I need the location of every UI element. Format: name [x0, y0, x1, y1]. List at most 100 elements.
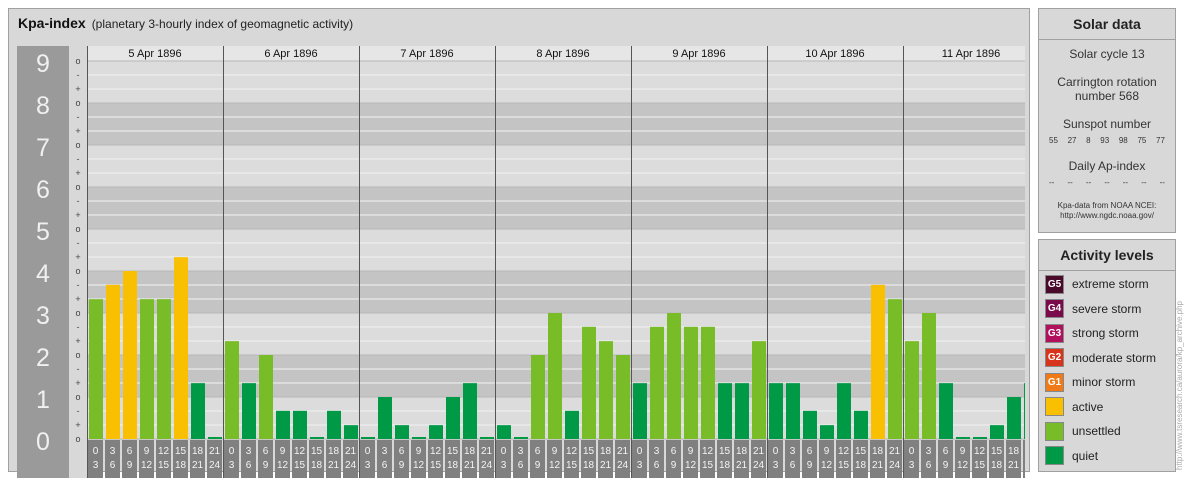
y-fine-tick-o: o: [75, 308, 80, 318]
activity-level-label: strong storm: [1072, 326, 1139, 340]
source-line1: Kpa-data from NOAA NCEI:: [1057, 201, 1157, 210]
activity-level-item: G3 strong storm: [1045, 323, 1139, 343]
interval-start-label: 0: [93, 446, 99, 457]
interval-start-label: 6: [671, 446, 677, 457]
interval-end-label: 21: [1008, 460, 1020, 471]
y-tick-label: 5: [36, 218, 50, 246]
interval-end-label: 6: [518, 460, 524, 471]
interval-end-label: 21: [600, 460, 612, 471]
y-tick-label: 8: [36, 92, 50, 120]
interval-end-label: 12: [277, 460, 289, 471]
kp-bar: [548, 313, 562, 439]
interval-end-label: 12: [685, 460, 697, 471]
interval-start-label: 3: [790, 446, 796, 457]
y-fine-tick-o: o: [75, 98, 80, 108]
interval-start-label: 6: [943, 446, 949, 457]
ap-index-value: --: [1141, 178, 1147, 187]
interval-start-label: 18: [736, 446, 748, 457]
interval-end-label: 24: [345, 460, 357, 471]
interval-start-label: 12: [294, 446, 306, 457]
interval-start-label: 3: [382, 446, 388, 457]
kp-bar: [871, 284, 885, 439]
interval-start-label: 15: [311, 446, 323, 457]
interval-start-label: 9: [552, 446, 558, 457]
day-label: 5 Apr 1896: [128, 48, 181, 60]
interval-end-label: 18: [447, 460, 459, 471]
interval-end-label: 21: [328, 460, 340, 471]
interval-start-label: 9: [688, 446, 694, 457]
y-tick-label: 4: [36, 260, 50, 288]
interval-start-label: 15: [719, 446, 731, 457]
watermark-url: http://www.tsresearch.ca/aurora/kp_archi…: [1175, 301, 1184, 470]
interval-end-label: 6: [790, 460, 796, 471]
source-line2: http://www.ngdc.noaa.gov/: [1060, 211, 1154, 220]
interval-start-label: 18: [464, 446, 476, 457]
interval-end-label: 15: [158, 460, 170, 471]
interval-end-label: 18: [719, 460, 731, 471]
activity-level-item: quiet: [1045, 446, 1098, 466]
sunspot-value: 75: [1137, 136, 1147, 145]
interval-start-label: 21: [617, 446, 629, 457]
kp-bar: [1024, 383, 1025, 439]
solar-data-panel: Solar data Solar cycle 13 Carrington rot…: [1038, 8, 1176, 233]
kpa-chart-panel: Kpa-index (planetary 3-hourly index of ge…: [8, 8, 1030, 478]
solar-data-title: Solar data: [1039, 9, 1175, 40]
interval-start-label: 9: [960, 446, 966, 457]
interval-start-label: 3: [926, 446, 932, 457]
kp-bar: [429, 425, 443, 439]
kp-band-7: [87, 103, 1025, 145]
interval-end-label: 21: [192, 460, 204, 471]
activity-level-item: G5 extreme storm: [1045, 274, 1149, 294]
interval-end-label: 9: [671, 460, 677, 471]
sunspot-numbers: 55 27 8 93 98 75 77: [1039, 136, 1175, 145]
interval-start-label: 12: [838, 446, 850, 457]
kp-band-4: [87, 229, 1025, 271]
carrington-rotation-line1: Carrington rotation: [1057, 75, 1157, 89]
y-fine-tick-plus: +: [75, 168, 80, 178]
y-fine-tick-o: o: [75, 140, 80, 150]
activity-level-label: moderate storm: [1072, 350, 1157, 365]
interval-start-label: 12: [430, 446, 442, 457]
kp-bar: [973, 437, 987, 439]
kp-bar: [1007, 397, 1021, 439]
y-fine-tick-o: o: [75, 266, 80, 276]
kp-bar: [582, 326, 596, 439]
interval-start-label: 6: [127, 446, 133, 457]
interval-end-label: 6: [654, 460, 660, 471]
kp-bar: [650, 326, 664, 439]
interval-end-label: 18: [855, 460, 867, 471]
interval-end-label: 3: [365, 460, 371, 471]
kp-bar: [327, 410, 341, 439]
ap-index-value: --: [1049, 178, 1055, 187]
kp-bar: [157, 299, 171, 439]
y-fine-tick-plus: +: [75, 420, 80, 430]
activity-level-swatch: [1045, 446, 1064, 465]
sunspot-value: 93: [1100, 136, 1110, 145]
y-tick-label: 0: [36, 428, 50, 456]
interval-start-label: 0: [501, 446, 507, 457]
kp-bar: [344, 425, 358, 439]
interval-start-label: 0: [637, 446, 643, 457]
kp-bar: [208, 437, 222, 439]
y-tick-label: 6: [36, 176, 50, 204]
activity-level-swatch: G5: [1045, 274, 1064, 294]
interval-start-label: 15: [991, 446, 1003, 457]
interval-start-label: 0: [909, 446, 915, 457]
interval-end-label: 9: [263, 460, 269, 471]
activity-levels-title: Activity levels: [1039, 240, 1175, 271]
interval-end-label: 24: [889, 460, 901, 471]
interval-end-label: 3: [637, 460, 643, 471]
interval-start-label: 3: [654, 446, 660, 457]
kp-bar: [106, 284, 120, 439]
interval-end-label: 18: [991, 460, 1003, 471]
interval-start-label: 18: [600, 446, 612, 457]
interval-end-label: 15: [566, 460, 578, 471]
interval-end-label: 9: [127, 460, 133, 471]
ap-index-value: --: [1122, 178, 1129, 187]
activity-level-item: G4 severe storm: [1045, 299, 1141, 319]
interval-end-label: 24: [209, 460, 221, 471]
interval-start-label: 0: [773, 446, 779, 457]
kp-band-8: [87, 61, 1025, 103]
interval-start-label: 3: [518, 446, 524, 457]
y-fine-tick-o: o: [75, 434, 80, 444]
